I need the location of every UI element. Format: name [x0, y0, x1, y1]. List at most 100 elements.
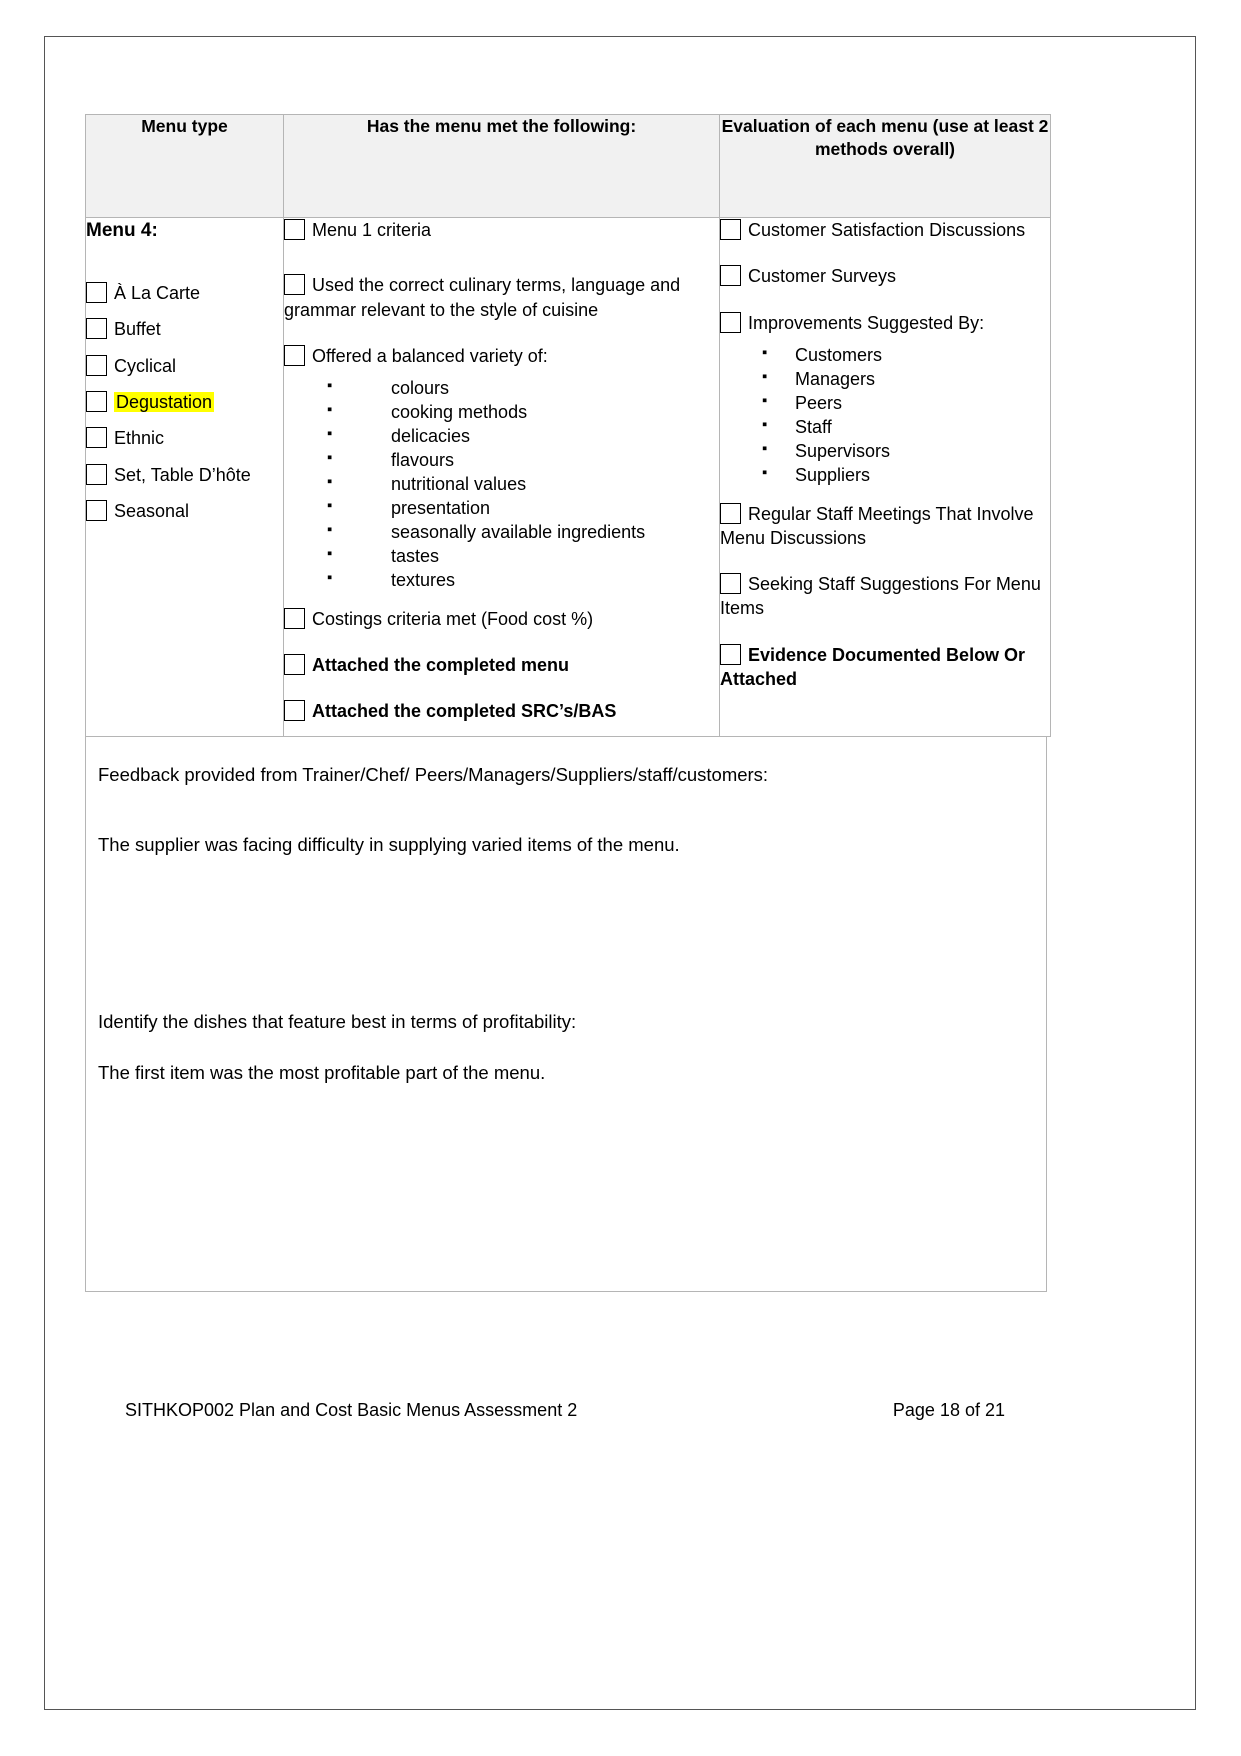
- feedback-question-2: Identify the dishes that feature best in…: [98, 1011, 577, 1033]
- checkbox-icon[interactable]: [86, 354, 107, 376]
- criteria-label: Menu 1 criteria: [312, 220, 432, 240]
- checkbox-icon[interactable]: [284, 344, 305, 366]
- checkbox-icon[interactable]: [86, 427, 107, 449]
- checkbox-regular-staff-meetings[interactable]: Regular Staff Meetings That Involve Menu…: [720, 502, 1050, 551]
- option-label-highlighted: Degustation: [114, 391, 215, 412]
- checkbox-menu-1-criteria[interactable]: Menu 1 criteria: [284, 218, 719, 242]
- checkbox-attached-menu[interactable]: Attached the completed menu: [284, 653, 719, 677]
- checkbox-icon[interactable]: [720, 219, 741, 240]
- checkbox-icon[interactable]: [86, 282, 107, 304]
- list-item: flavours: [284, 448, 719, 473]
- list-item: delicacies: [284, 424, 719, 449]
- criteria-label: Costings criteria met (Food cost %): [312, 608, 594, 629]
- list-item: Suppliers: [720, 463, 1050, 488]
- checkbox-icon[interactable]: [284, 653, 305, 675]
- checkbox-option-seasonal[interactable]: Seasonal: [86, 499, 283, 523]
- checkbox-icon[interactable]: [284, 700, 305, 722]
- table-row: Menu 4: À La Carte Buffet Cyclical Degus…: [85, 217, 1051, 737]
- checkbox-icon[interactable]: [284, 274, 305, 296]
- evaluation-label: Seeking Staff Suggestions For Menu Items: [720, 574, 1041, 619]
- checkbox-option-set-table-dhote[interactable]: Set, Table D’hôte: [86, 463, 283, 487]
- header-criteria: Has the menu met the following:: [283, 114, 720, 218]
- checkbox-attached-src-bas[interactable]: Attached the completed SRC’s/BAS: [284, 699, 719, 723]
- checkbox-icon[interactable]: [720, 573, 741, 595]
- menu-evaluation-table: Menu type Has the menu met the following…: [85, 114, 1051, 737]
- evaluation-label: Customer Satisfaction Discussions: [748, 220, 1026, 240]
- menu-number-label: Menu 4:: [86, 220, 158, 241]
- list-item: Customers: [720, 343, 1050, 368]
- list-item: Managers: [720, 367, 1050, 392]
- feedback-answer-1[interactable]: The supplier was facing difficulty in su…: [98, 833, 1034, 858]
- cell-menu-type: Menu 4: À La Carte Buffet Cyclical Degus…: [85, 217, 284, 737]
- document-page: Menu type Has the menu met the following…: [0, 0, 1241, 1756]
- criteria-label: Offered a balanced variety of:: [312, 345, 548, 366]
- evaluation-label: Customer Surveys: [748, 266, 897, 287]
- checkbox-icon[interactable]: [720, 311, 741, 333]
- page-content: Menu type Has the menu met the following…: [85, 114, 1051, 1292]
- cell-criteria: Menu 1 criteria Used the correct culinar…: [283, 217, 720, 737]
- cell-evaluation: Customer Satisfaction Discussions Custom…: [719, 217, 1051, 737]
- criteria-label: Attached the completed menu: [312, 654, 570, 675]
- checkbox-option-buffet[interactable]: Buffet: [86, 317, 283, 341]
- checkbox-costings-criteria[interactable]: Costings criteria met (Food cost %): [284, 607, 719, 631]
- list-item: Supervisors: [720, 439, 1050, 464]
- option-label: Buffet: [114, 319, 161, 340]
- page-footer: SITHKOP002 Plan and Cost Basic Menus Ass…: [125, 1400, 1005, 1421]
- header-evaluation: Evaluation of each menu (use at least 2 …: [719, 114, 1051, 218]
- table-header-row: Menu type Has the menu met the following…: [85, 114, 1051, 218]
- list-item: Peers: [720, 391, 1050, 416]
- option-label: Seasonal: [114, 500, 190, 521]
- table-header: Menu type Has the menu met the following…: [85, 114, 1051, 218]
- list-item: textures: [284, 568, 719, 593]
- list-item: Staff: [720, 415, 1050, 440]
- evaluation-label: Regular Staff Meetings That Involve Menu…: [720, 503, 1034, 548]
- checkbox-option-ethnic[interactable]: Ethnic: [86, 426, 283, 450]
- checkbox-icon[interactable]: [720, 502, 741, 524]
- checkbox-icon[interactable]: [720, 643, 741, 665]
- variety-list: colours cooking methods delicacies flavo…: [284, 376, 719, 593]
- checkbox-icon[interactable]: [720, 265, 741, 287]
- checkbox-icon[interactable]: [86, 499, 107, 521]
- checkbox-option-a-la-carte[interactable]: À La Carte: [86, 281, 283, 305]
- checkbox-option-degustation[interactable]: Degustation: [86, 390, 283, 414]
- header-menu-type: Menu type: [85, 114, 284, 218]
- checkbox-balanced-variety[interactable]: Offered a balanced variety of:: [284, 344, 719, 368]
- criteria-label: Attached the completed SRC’s/BAS: [312, 701, 617, 722]
- checkbox-customer-satisfaction-discussions[interactable]: Customer Satisfaction Discussions: [720, 218, 1050, 242]
- checkbox-improvements-suggested-by[interactable]: Improvements Suggested By:: [720, 311, 1050, 335]
- checkbox-culinary-terms[interactable]: Used the correct culinary terms, languag…: [284, 273, 719, 322]
- suggested-by-list: Customers Managers Peers Staff Superviso…: [720, 343, 1050, 488]
- option-label: À La Carte: [114, 283, 201, 304]
- checkbox-seeking-staff-suggestions[interactable]: Seeking Staff Suggestions For Menu Items: [720, 572, 1050, 621]
- checkbox-option-cyclical[interactable]: Cyclical: [86, 354, 283, 378]
- option-label: Ethnic: [114, 428, 165, 449]
- checkbox-icon[interactable]: [284, 607, 305, 629]
- checkbox-icon[interactable]: [284, 219, 305, 240]
- checkbox-evidence-documented[interactable]: Evidence Documented Below Or Attached: [720, 643, 1050, 692]
- table-body: Menu 4: À La Carte Buffet Cyclical Degus…: [85, 217, 1051, 737]
- checkbox-icon[interactable]: [86, 390, 107, 412]
- option-label: Set, Table D’hôte: [114, 464, 251, 485]
- footer-page-number: Page 18 of 21: [892, 1400, 1005, 1420]
- checkbox-icon[interactable]: [86, 318, 107, 340]
- list-item: presentation: [284, 496, 719, 521]
- list-item: seasonally available ingredients: [284, 520, 719, 545]
- criteria-label: Used the correct culinary terms, languag…: [284, 275, 681, 320]
- footer-document-title: SITHKOP002 Plan and Cost Basic Menus Ass…: [125, 1400, 578, 1420]
- option-label: Cyclical: [114, 355, 177, 376]
- list-item: tastes: [284, 544, 719, 569]
- feedback-question-1: Feedback provided from Trainer/Chef/ Pee…: [98, 763, 769, 785]
- checkbox-customer-surveys[interactable]: Customer Surveys: [720, 264, 1050, 288]
- feedback-answer-2[interactable]: The first item was the most profitable p…: [98, 1061, 1034, 1086]
- checkbox-icon[interactable]: [86, 463, 107, 485]
